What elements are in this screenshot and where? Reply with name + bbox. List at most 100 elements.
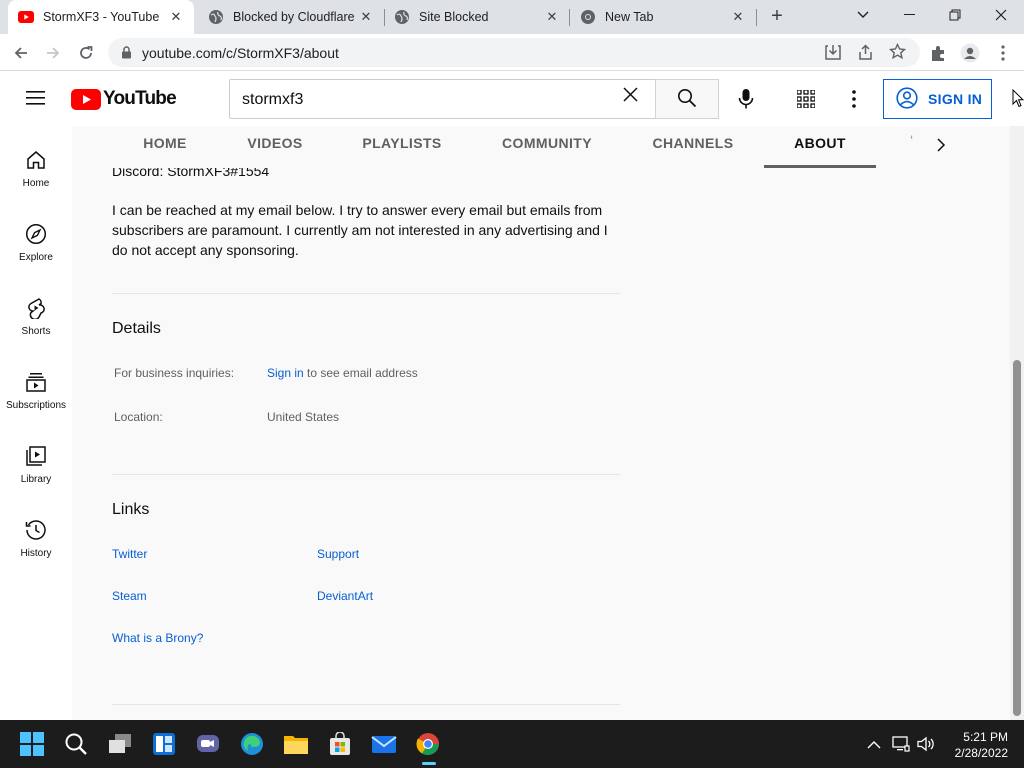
teams-chat-icon[interactable]	[192, 728, 224, 760]
guide-label: Explore	[19, 252, 53, 263]
browser-tab-strip: StormXF3 - YouTube ✕ Blocked by Cloudfla…	[0, 0, 1024, 34]
account-circle-icon	[896, 86, 918, 112]
share-icon[interactable]	[857, 44, 874, 64]
mail-icon[interactable]	[368, 728, 400, 760]
sign-in-label: SIGN IN	[928, 91, 983, 107]
guide-label: Shorts	[21, 326, 51, 337]
new-tab-button[interactable]: +	[766, 6, 788, 28]
tab-new-tab[interactable]: New Tab ✕	[570, 0, 756, 34]
divider	[112, 293, 620, 294]
tab-separator	[756, 9, 757, 26]
explore-icon	[25, 222, 47, 246]
guide-item-library[interactable]: Library	[0, 434, 72, 508]
task-view-icon[interactable]	[104, 728, 136, 760]
globe-icon	[394, 9, 410, 25]
guide-item-home[interactable]: Home	[0, 138, 72, 212]
search-input-value[interactable]: stormxf3	[242, 91, 303, 109]
search-icon[interactable]	[60, 728, 92, 760]
reload-icon[interactable]	[73, 40, 99, 66]
guide-item-explore[interactable]: Explore	[0, 212, 72, 286]
system-clock[interactable]: 5:21 PM 2/28/2022	[946, 729, 1008, 761]
library-icon	[25, 444, 47, 468]
close-window-button[interactable]	[978, 0, 1024, 30]
tab-videos[interactable]: VIDEOS	[235, 126, 315, 168]
youtube-logo[interactable]: YouTube	[71, 88, 177, 110]
link-what-is-a-brony[interactable]: What is a Brony?	[112, 631, 203, 645]
mouse-cursor-icon	[1012, 88, 1024, 111]
active-app-indicator	[422, 762, 436, 765]
guide-label: Home	[22, 178, 50, 189]
search-icon	[677, 88, 697, 111]
tab-search-icon[interactable]	[840, 0, 886, 30]
clock-date: 2/28/2022	[954, 746, 1008, 760]
tab-playlists[interactable]: PLAYLISTS	[352, 126, 452, 168]
forward-arrow-icon[interactable]	[40, 40, 66, 66]
link-support[interactable]: Support	[317, 547, 359, 561]
guide-item-subscriptions[interactable]: Subscriptions	[0, 360, 72, 434]
youtube-masthead: YouTube stormxf3 SIGN IN	[0, 72, 1024, 126]
edge-browser-icon[interactable]	[236, 728, 268, 760]
lock-icon[interactable]	[121, 46, 132, 62]
close-icon[interactable]: ✕	[358, 9, 374, 25]
search-button[interactable]	[655, 79, 719, 119]
tab-title: New Tab	[605, 10, 654, 24]
microphone-icon[interactable]	[738, 88, 754, 113]
tab-community[interactable]: COMMUNITY	[492, 126, 602, 168]
scrollbar-thumb[interactable]	[1013, 360, 1021, 716]
tab-cloudflare[interactable]: Blocked by Cloudflare ✕	[198, 0, 384, 34]
search-input[interactable]: stormxf3	[229, 79, 656, 119]
volume-icon[interactable]	[916, 734, 936, 754]
chrome-icon	[580, 9, 596, 25]
tab-site-blocked[interactable]: Site Blocked ✕	[384, 0, 570, 34]
settings-more-icon[interactable]	[852, 90, 856, 111]
file-explorer-icon[interactable]	[280, 728, 312, 760]
link-twitter[interactable]: Twitter	[112, 547, 147, 561]
profile-avatar-icon[interactable]	[957, 40, 983, 66]
tab-home[interactable]: HOME	[125, 126, 205, 168]
globe-icon	[208, 9, 224, 25]
channel-description: I can be reached at my email below. I tr…	[112, 202, 608, 258]
history-icon	[25, 518, 47, 542]
guide-label: Subscriptions	[5, 400, 67, 411]
close-icon[interactable]: ✕	[544, 9, 560, 25]
chevron-up-icon[interactable]	[864, 734, 884, 754]
link-steam[interactable]: Steam	[112, 589, 147, 603]
minimize-button[interactable]	[886, 0, 932, 30]
url-text[interactable]: youtube.com/c/StormXF3/about	[142, 45, 339, 61]
sign-in-button[interactable]: SIGN IN	[883, 79, 992, 119]
guide-item-shorts[interactable]: Shorts	[0, 286, 72, 360]
business-inquiries-label: For business inquiries:	[114, 366, 235, 380]
network-icon[interactable]	[891, 734, 911, 754]
chrome-browser-icon[interactable]	[412, 728, 444, 760]
restore-button[interactable]	[932, 0, 978, 30]
apps-grid-icon[interactable]	[796, 89, 816, 111]
clock-time: 5:21 PM	[963, 730, 1008, 744]
microsoft-store-icon[interactable]	[324, 728, 356, 760]
bookmark-star-icon[interactable]	[888, 42, 907, 63]
tab-channels[interactable]: CHANNELS	[642, 126, 744, 168]
page-scrollbar[interactable]	[1010, 126, 1024, 720]
sign-in-link[interactable]: Sign in	[267, 366, 304, 380]
business-email-value: Sign in to see email address	[267, 366, 418, 380]
install-app-icon[interactable]	[824, 44, 842, 64]
guide-item-history[interactable]: History	[0, 508, 72, 582]
tab-title: Blocked by Cloudflare	[233, 10, 355, 24]
back-arrow-icon[interactable]	[8, 40, 34, 66]
tab-about[interactable]: ABOUT	[764, 126, 876, 168]
guide-label: Library	[20, 474, 52, 485]
guide-label: History	[20, 548, 52, 559]
windows-start-icon[interactable]	[16, 728, 48, 760]
hamburger-menu-icon[interactable]	[26, 90, 46, 109]
address-bar[interactable]: youtube.com/c/StormXF3/about	[108, 38, 920, 67]
browser-menu-icon[interactable]	[990, 40, 1016, 66]
clear-search-icon[interactable]	[623, 87, 638, 105]
extensions-icon[interactable]	[925, 40, 951, 66]
chevron-right-icon[interactable]	[930, 134, 952, 156]
channel-main-content: HOME VIDEOS PLAYLISTS COMMUNITY CHANNELS…	[72, 126, 1010, 720]
subscriptions-icon	[25, 370, 47, 394]
tab-youtube[interactable]: StormXF3 - YouTube ✕	[8, 0, 194, 34]
close-icon[interactable]: ✕	[730, 9, 746, 25]
widgets-icon[interactable]	[148, 728, 180, 760]
close-icon[interactable]: ✕	[168, 9, 184, 25]
link-deviantart[interactable]: DeviantArt	[317, 589, 373, 603]
